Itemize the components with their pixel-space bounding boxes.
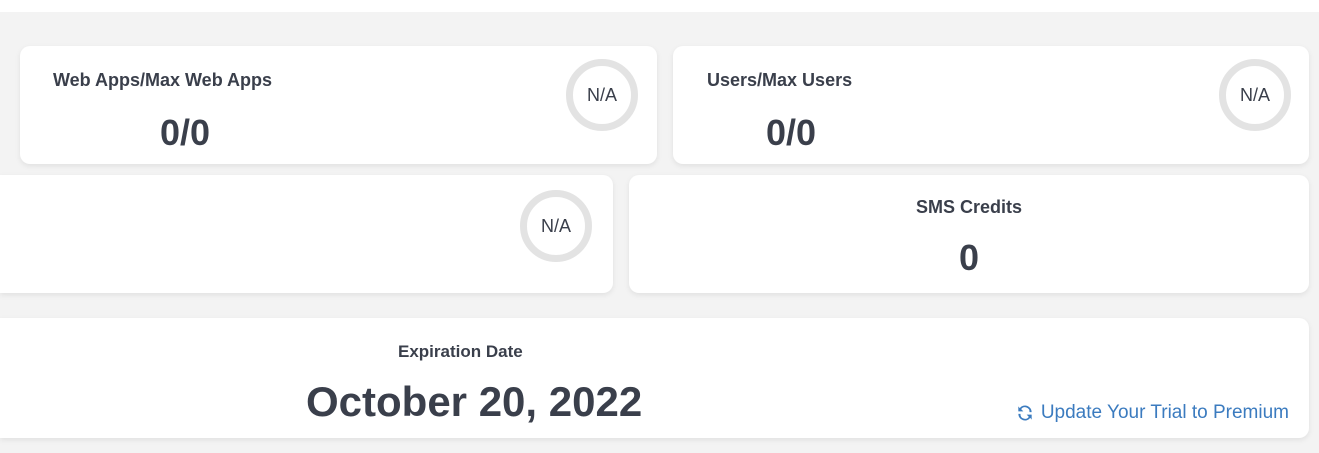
web-apps-ring: N/A (566, 59, 638, 131)
partial-ring: N/A (520, 190, 592, 262)
upgrade-trial-link-text: Update Your Trial to Premium (1040, 402, 1289, 423)
partial-card: N/A (0, 175, 613, 293)
users-label: Users/Max Users (707, 70, 853, 90)
upgrade-trial-link[interactable]: Update Your Trial to Premium (1015, 402, 1289, 424)
sms-credits-value: 0 (958, 237, 980, 278)
users-ring-text: N/A (1239, 84, 1270, 105)
top-strip (0, 0, 1319, 12)
web-apps-value: 0/0 (160, 112, 211, 153)
web-apps-label: Web Apps/Max Web Apps (53, 70, 273, 90)
web-apps-card: Web Apps/Max Web Apps 0/0 N/A (20, 46, 657, 164)
refresh-icon (1018, 405, 1032, 421)
expiration-value: October 20, 2022 (306, 378, 643, 425)
sms-credits-card: SMS Credits 0 (629, 175, 1309, 293)
partial-ring-text: N/A (540, 215, 571, 236)
expiration-card: Expiration Date October 20, 2022 Update … (0, 318, 1309, 438)
expiration-label: Expiration Date (398, 342, 523, 361)
users-ring: N/A (1219, 59, 1291, 131)
web-apps-ring-text: N/A (586, 84, 617, 105)
users-value: 0/0 (766, 112, 817, 153)
users-card: Users/Max Users 0/0 N/A (673, 46, 1309, 164)
sms-credits-label: SMS Credits (915, 197, 1023, 217)
